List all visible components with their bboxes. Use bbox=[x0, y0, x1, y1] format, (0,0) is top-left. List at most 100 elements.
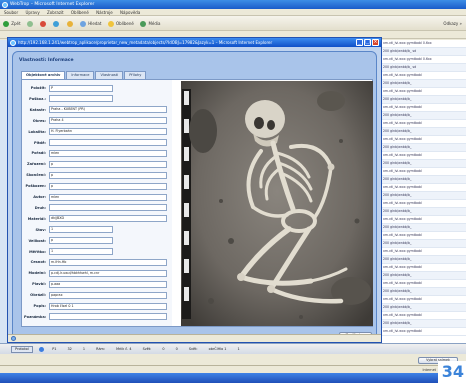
list-item[interactable]: 200 glnb/wnbb/b_ bbox=[381, 240, 466, 248]
list-item[interactable]: 200 glnb/wnbb/b_ bbox=[381, 272, 466, 280]
back-button[interactable]: Zpět bbox=[3, 16, 21, 30]
list-item[interactable]: xm.vti_lvi.wxx gymtbabl bbox=[381, 72, 466, 80]
form-field[interactable]: Praha 4 bbox=[49, 117, 167, 125]
media-button[interactable]: Média bbox=[140, 16, 160, 30]
form-field[interactable]: H. Flyerbahn bbox=[49, 128, 167, 136]
list-item[interactable]: 200 glnb/wnbb/b_ bbox=[381, 192, 466, 200]
list-item[interactable]: xm.vti_lvi.wxx gymtbabl bbox=[381, 152, 466, 160]
form-field[interactable]: Hrob čísel 0 1 bbox=[49, 302, 167, 310]
list-item[interactable]: 200 glnb/wnbb/b_ bbox=[381, 96, 466, 104]
list-item[interactable]: xm.vti_lvi.wxx gymtbabl bbox=[381, 168, 466, 176]
search-label: Hledat bbox=[88, 21, 102, 26]
form-field[interactable] bbox=[49, 204, 167, 212]
menu-file[interactable]: Soubor bbox=[4, 10, 18, 15]
form-field[interactable]: p bbox=[49, 237, 113, 245]
list-item[interactable]: xm.vti_lvi.wxx gymtbabl 0.6xx bbox=[381, 40, 466, 48]
popup-title: http://192.168.1.241/webtrop_aplikace/pr… bbox=[18, 40, 273, 45]
list-item[interactable]: 200 glnb/wnbb/b_ bbox=[381, 224, 466, 232]
close-icon[interactable]: × bbox=[372, 39, 379, 46]
form-label: Položit: bbox=[30, 86, 46, 90]
form-label: Pitdě: bbox=[33, 140, 46, 145]
list-item[interactable]: xm.vti_lvi.wxx gymtbabl bbox=[381, 248, 466, 256]
list-item[interactable]: 200 glnb/wnbb/b_ bbox=[381, 144, 466, 152]
list-item[interactable]: xm.vti_lvi.wxx gymtbabl bbox=[381, 216, 466, 224]
browser-statusbar: Internet bbox=[0, 365, 466, 373]
list-item[interactable]: 200 glnb/wnbb/b_ bbox=[381, 304, 466, 312]
menu-help[interactable]: Nápověda bbox=[120, 10, 140, 15]
form-field[interactable]: paprax bbox=[49, 291, 167, 299]
list-item[interactable]: xm.vti_lvi.wxx gymtbabl bbox=[381, 120, 466, 128]
forward-arrow-icon bbox=[26, 21, 33, 27]
popup-browser-window: http://192.168.1.241/webtrop_aplikace/pr… bbox=[7, 37, 382, 343]
nav-segment: Rám: bbox=[96, 347, 105, 351]
list-item[interactable]: xm.vti_lvi.wxx gymtbabl bbox=[381, 200, 466, 208]
menu-edit[interactable]: Úpravy bbox=[25, 10, 39, 15]
minimize-icon[interactable]: _ bbox=[356, 39, 363, 46]
tab-object-archive[interactable]: Objektové archiv bbox=[21, 71, 66, 79]
form-label: Pořadí: bbox=[31, 151, 46, 156]
list-item[interactable]: xm.vti_lvi.wxx gymtbabl bbox=[381, 88, 466, 96]
list-item[interactable]: xm.vti_lvi.wxx gymtbabl bbox=[381, 296, 466, 304]
stop-button[interactable] bbox=[40, 16, 47, 30]
menu-tools[interactable]: Nástroje bbox=[96, 10, 113, 15]
list-item[interactable]: 200 glnb/wnbb/b_ bbox=[381, 128, 466, 136]
form-field[interactable]: p.aaa bbox=[49, 280, 167, 288]
list-item[interactable]: 200 glnb/wnbb/b_ bbox=[381, 112, 466, 120]
form-field[interactable]: p bbox=[49, 182, 167, 190]
form-field[interactable]: p bbox=[49, 171, 167, 179]
list-item[interactable]: 200 glnb/wnbb/b_ bbox=[381, 80, 466, 88]
favorites-label: Oblíbené bbox=[115, 21, 134, 26]
links-label: Odkazy bbox=[443, 21, 459, 26]
nav-segment: Svět: bbox=[142, 347, 152, 351]
form-field[interactable] bbox=[49, 139, 167, 146]
form-field[interactable]: p bbox=[49, 160, 167, 168]
form-field[interactable]: 1 bbox=[49, 248, 113, 255]
search-button[interactable]: Hledat bbox=[80, 16, 102, 30]
list-item[interactable]: 200 glnb/wnbb/b_ bbox=[381, 160, 466, 168]
popup-statusbar bbox=[8, 334, 381, 342]
tab-information[interactable]: Informace bbox=[66, 71, 95, 79]
nav-segment: 32 bbox=[67, 347, 72, 351]
forward-button[interactable] bbox=[26, 16, 34, 30]
form-field[interactable]: mlen bbox=[49, 193, 167, 201]
form-field[interactable]: dk/jBXD bbox=[49, 215, 167, 223]
list-item[interactable]: 200 glnb/wnbb/b_ bbox=[381, 320, 466, 328]
form-field[interactable]: p.cdj.lr.uw.d/hbkhhwhl, m.cnr bbox=[49, 269, 167, 277]
tab-properties[interactable]: Vlastnosti bbox=[95, 71, 124, 79]
list-item[interactable]: xm.vti_lvi.wxx gymtbabl bbox=[381, 280, 466, 288]
refresh-button[interactable] bbox=[53, 16, 60, 30]
form-field[interactable] bbox=[49, 95, 113, 103]
list-item[interactable]: 200 glnb/wnbb/b_ bbox=[381, 288, 466, 296]
maximize-icon[interactable]: □ bbox=[364, 39, 371, 46]
search-icon bbox=[80, 21, 86, 27]
form-field[interactable]: Praha - KUBENT (PR) bbox=[49, 106, 167, 114]
form-field[interactable]: mlen bbox=[49, 149, 167, 157]
list-item[interactable]: 200 glnb/wnbb/b_ bbox=[381, 256, 466, 264]
list-item[interactable]: xm.vti_lvi.wxx gymtbabl bbox=[381, 104, 466, 112]
favorites-button[interactable]: Oblíbené bbox=[107, 16, 134, 30]
form-field[interactable]: 1 bbox=[49, 226, 113, 234]
list-item[interactable]: xm.vti_lvi.wxx gymtbabl bbox=[381, 184, 466, 192]
list-item[interactable]: xm.vti_lvi.wxx gymtbabl bbox=[381, 264, 466, 272]
list-item[interactable]: xm.vti_lvi.wxx gymtbabl bbox=[381, 136, 466, 144]
form-label: Poškozen: bbox=[25, 184, 46, 189]
menu-view[interactable]: Zobrazit bbox=[47, 10, 64, 15]
list-item[interactable]: xm.vti_lvi.wxx gymtbabl bbox=[381, 312, 466, 320]
list-item[interactable]: xm.vti_lvi.wxx gymtbabl bbox=[381, 232, 466, 240]
menu-favorites[interactable]: Oblíbené bbox=[71, 10, 89, 15]
home-button[interactable] bbox=[66, 16, 74, 30]
tab-attachments[interactable]: Přílohy bbox=[124, 71, 147, 79]
list-item[interactable]: 200 glnb/wnbb/b_ bbox=[381, 176, 466, 184]
list-item[interactable]: 200 glnb/wnbb/b_ bbox=[381, 208, 466, 216]
list-item[interactable]: xm.vti_lvi.wxx gymtbabl bbox=[381, 328, 466, 336]
form-label: Druh: bbox=[34, 205, 46, 210]
form-field[interactable] bbox=[49, 313, 167, 321]
links-button[interactable]: Odkazy » bbox=[443, 16, 462, 30]
list-item[interactable]: 200 glnb/wnbb/b_ sd bbox=[381, 64, 466, 72]
list-item[interactable]: xm.vti_lvi.wxx gymtbabl 0.6xx bbox=[381, 56, 466, 64]
form-field[interactable]: P bbox=[49, 84, 113, 92]
protocol-button[interactable]: Protokol bbox=[11, 346, 33, 353]
list-item[interactable]: 200 glnb/wnbb/b_ sd bbox=[381, 48, 466, 56]
form-field[interactable]: m.iHn.Hb bbox=[49, 258, 167, 266]
form-label: Cesnot: bbox=[30, 260, 46, 265]
